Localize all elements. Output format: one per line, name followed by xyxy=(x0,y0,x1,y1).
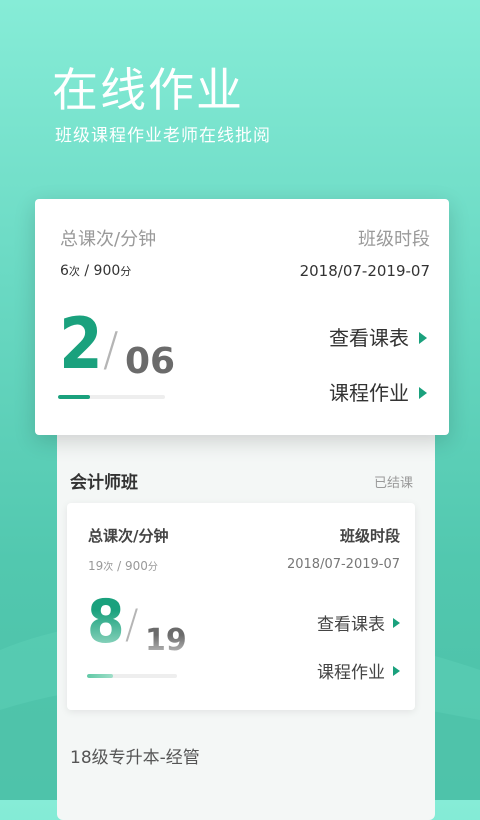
class-name[interactable]: 会计师班 xyxy=(70,468,138,493)
app-screen: { "header": { "title": "在线作业", "subtitle… xyxy=(0,0,480,820)
total-summary: 6次 / 900分 xyxy=(60,263,131,279)
play-arrow-icon xyxy=(393,618,400,628)
period-label: 班级时段 xyxy=(339,527,400,545)
total-count: 6 xyxy=(60,263,69,279)
view-schedule-link[interactable]: 查看课表 xyxy=(317,610,400,635)
class-status-badge: 已结课 xyxy=(374,476,414,491)
minutes-unit: 分 xyxy=(147,562,158,573)
total-label: 总课次/分钟 xyxy=(60,229,157,250)
view-schedule-label: 查看课表 xyxy=(317,615,385,635)
count-unit: 次 xyxy=(103,562,114,573)
course-homework-label: 课程作业 xyxy=(317,663,385,683)
next-class-name[interactable]: 18级专升本-经管 xyxy=(70,743,200,768)
total-label: 总课次/分钟 xyxy=(88,527,169,545)
total-minutes: 900 xyxy=(93,263,121,279)
lesson-progress-fill xyxy=(58,395,91,399)
page-title: 在线作业 xyxy=(52,63,244,117)
total-lessons-number: 19 xyxy=(145,623,187,658)
period-value: 2018/07-2019-07 xyxy=(299,262,430,280)
course-homework-link[interactable]: 课程作业 xyxy=(329,377,427,406)
lesson-progress-fill xyxy=(87,674,114,678)
play-arrow-icon xyxy=(419,386,427,399)
total-lessons-number: 06 xyxy=(125,341,176,382)
period-label: 班级时段 xyxy=(358,229,430,250)
class-card[interactable]: 总课次/分钟 19次 / 900分 班级时段 2018/07-2019-07 8… xyxy=(67,503,415,710)
total-count: 19 xyxy=(88,559,104,573)
view-schedule-link[interactable]: 查看课表 xyxy=(329,322,427,351)
summary-separator: / xyxy=(117,559,122,573)
course-homework-link[interactable]: 课程作业 xyxy=(317,658,400,683)
play-arrow-icon xyxy=(393,666,400,676)
lesson-separator: / xyxy=(103,322,119,376)
lesson-progress-bar xyxy=(58,395,165,399)
current-lesson-number: 8 xyxy=(87,587,125,657)
period-value: 2018/07-2019-07 xyxy=(286,557,400,572)
lesson-progress-bar xyxy=(87,674,177,678)
count-unit: 次 xyxy=(68,265,80,278)
lesson-separator: / xyxy=(125,602,139,648)
minutes-unit: 分 xyxy=(120,265,132,278)
total-summary: 19次 / 900分 xyxy=(88,558,158,573)
course-homework-label: 课程作业 xyxy=(329,381,409,405)
page-subtitle: 班级课程作业老师在线批阅 xyxy=(55,126,271,146)
summary-separator: / xyxy=(84,263,90,279)
total-minutes: 900 xyxy=(124,559,148,573)
featured-class-card[interactable]: 总课次/分钟 6次 / 900分 班级时段 2018/07-2019-07 2 … xyxy=(35,199,449,435)
play-arrow-icon xyxy=(419,331,427,344)
current-lesson-number: 2 xyxy=(59,303,103,385)
view-schedule-label: 查看课表 xyxy=(329,326,409,350)
